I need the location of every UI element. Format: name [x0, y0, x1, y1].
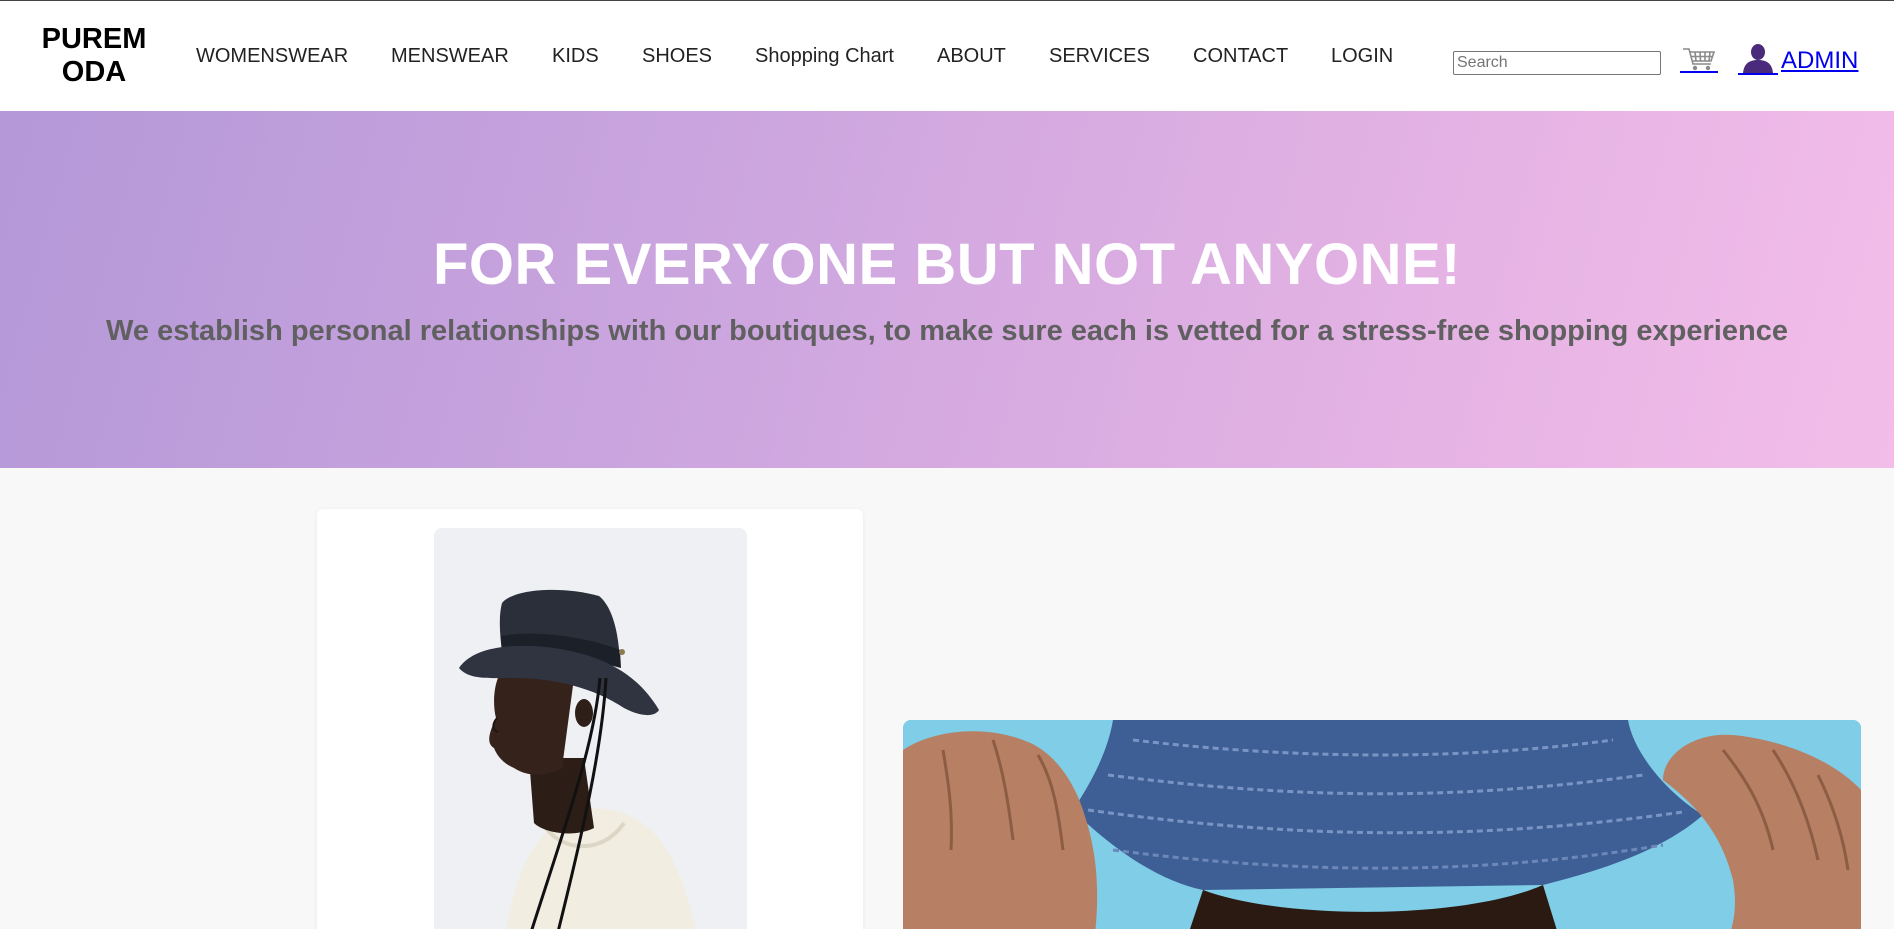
- cart-button[interactable]: [1680, 45, 1718, 73]
- hero-subtitle: We establish personal relationships with…: [106, 315, 1788, 347]
- nav-shoes[interactable]: SHOES: [642, 45, 712, 68]
- site-header: PUREM ODA WOMENSWEAR MENSWEAR KIDS SHOES…: [0, 1, 1894, 111]
- nav-shopping-chart[interactable]: Shopping Chart: [755, 45, 894, 68]
- nav-womenswear[interactable]: WOMENSWEAR: [196, 45, 348, 68]
- nav-menswear[interactable]: MENSWEAR: [391, 45, 509, 68]
- admin-account-link[interactable]: ADMIN: [1738, 43, 1858, 75]
- nav-login[interactable]: LOGIN: [1331, 45, 1393, 68]
- search-input[interactable]: [1453, 51, 1661, 75]
- model-bucket-hat-photo: [434, 528, 747, 929]
- product-card[interactable]: [317, 509, 863, 929]
- admin-label: ADMIN: [1781, 47, 1859, 74]
- nav-services[interactable]: SERVICES: [1049, 45, 1150, 68]
- avatar: [1738, 43, 1778, 75]
- brand-logo[interactable]: PUREM ODA: [36, 23, 152, 89]
- featured-hat-image[interactable]: [903, 720, 1861, 929]
- denim-bucket-hat-photo: [903, 720, 1861, 929]
- logo-line-2: ODA: [61, 56, 127, 88]
- nav-about[interactable]: ABOUT: [937, 45, 1006, 68]
- nav-kids[interactable]: KIDS: [552, 45, 599, 68]
- user-silhouette-icon: [1743, 44, 1773, 73]
- product-image[interactable]: [434, 528, 747, 929]
- shopping-cart-icon: [1683, 48, 1716, 71]
- logo-line-1: PUREM: [41, 23, 147, 55]
- nav-contact[interactable]: CONTACT: [1193, 45, 1288, 68]
- hero-banner: FOR EVERYONE BUT NOT ANYONE! We establis…: [0, 111, 1894, 468]
- hero-title: FOR EVERYONE BUT NOT ANYONE!: [433, 232, 1461, 297]
